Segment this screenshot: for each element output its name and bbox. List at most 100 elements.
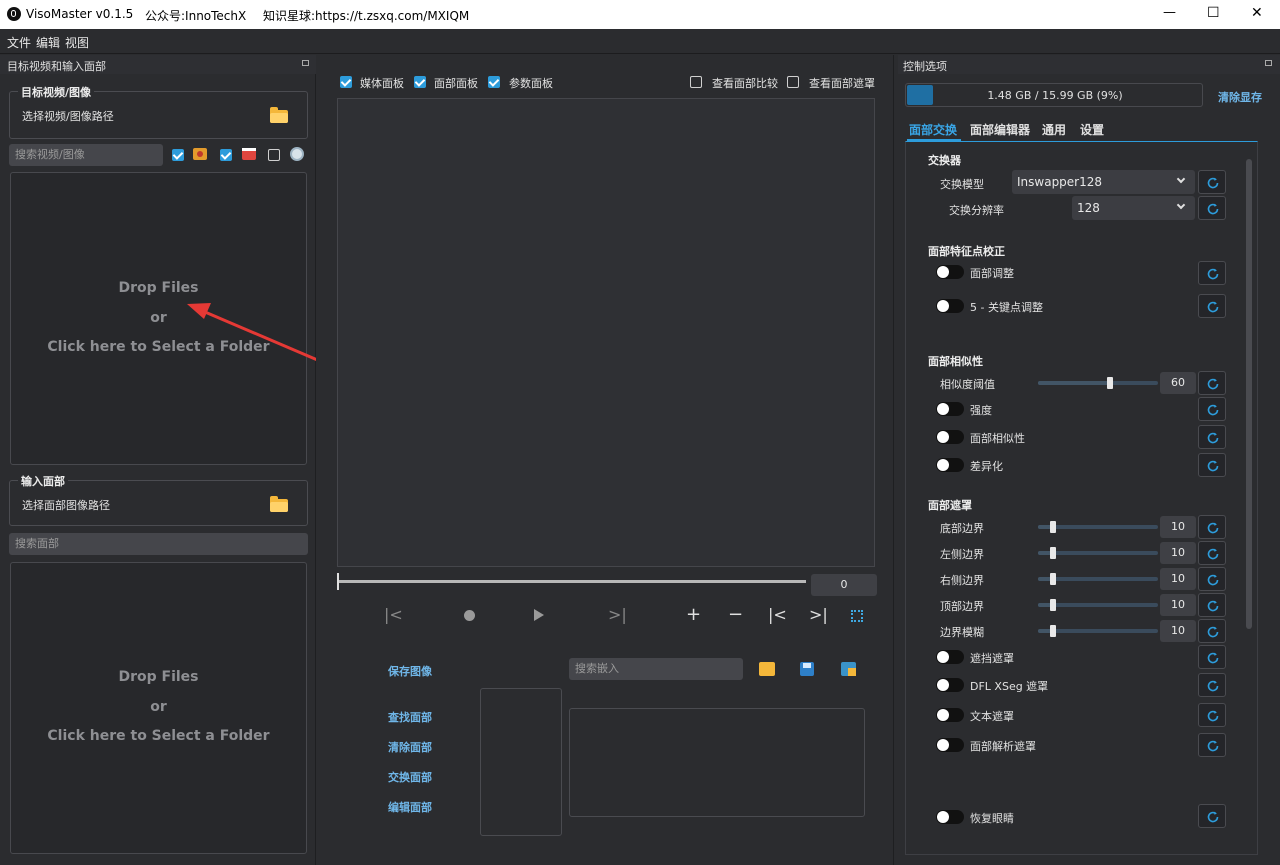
clear-faces-button[interactable]: 清除面部	[388, 739, 432, 755]
memory-usage-bar: 1.48 GB / 15.99 GB (9%)	[905, 83, 1203, 107]
media-panel-checkbox[interactable]	[340, 76, 352, 88]
add-marker-icon[interactable]: +	[686, 604, 701, 625]
swapper-resolution-select[interactable]: 128	[1072, 196, 1195, 220]
top-border-handle[interactable]	[1050, 599, 1056, 611]
record-icon[interactable]	[464, 610, 475, 621]
reset-swapper-model-button[interactable]	[1198, 170, 1226, 194]
reset-icon	[1207, 574, 1219, 586]
reset-face-similarity-button[interactable]	[1198, 425, 1226, 449]
reset-icon	[1207, 680, 1219, 692]
tab-face-swap[interactable]: 面部交换	[909, 121, 957, 138]
previous-frame-icon[interactable]: |<	[384, 605, 403, 624]
save-embedding-icon[interactable]	[800, 662, 814, 676]
strength-toggle[interactable]	[936, 402, 964, 416]
search-face-input[interactable]: 搜索面部	[9, 533, 308, 555]
reset-swapper-resolution-button[interactable]	[1198, 196, 1226, 220]
face-parser-mask-toggle[interactable]	[936, 738, 964, 752]
reset-restore-eyes-button[interactable]	[1198, 804, 1226, 828]
bottom-border-value[interactable]: 10	[1160, 516, 1196, 538]
reset-keypoint-adjust-button[interactable]	[1198, 294, 1226, 318]
timeline-slider[interactable]	[338, 580, 806, 583]
reset-icon	[1207, 203, 1219, 215]
reset-face-parser-mask-button[interactable]	[1198, 733, 1226, 757]
swapper-model-select[interactable]: Inswapper128	[1012, 170, 1195, 194]
similarity-threshold-slider[interactable]	[1038, 381, 1158, 385]
face-panel-checkbox[interactable]	[414, 76, 426, 88]
scrollbar[interactable]	[1245, 151, 1253, 841]
reset-dfl-xseg-mask-button[interactable]	[1198, 673, 1226, 697]
search-embedding-input[interactable]: 搜索嵌入	[569, 658, 743, 680]
media-panel-label: 媒体面板	[360, 77, 404, 90]
edit-faces-button[interactable]: 编辑面部	[388, 799, 432, 815]
bottom-border-slider[interactable]	[1038, 525, 1158, 529]
save-embedding-as-icon[interactable]	[841, 662, 856, 676]
undock-icon[interactable]	[1265, 60, 1272, 66]
open-face-folder-icon[interactable]	[270, 496, 288, 512]
left-border-value[interactable]: 10	[1160, 542, 1196, 564]
tab-settings[interactable]: 设置	[1080, 121, 1104, 138]
param-panel-checkbox[interactable]	[488, 76, 500, 88]
face-adjust-label: 面部调整	[970, 267, 1014, 280]
swapper-model-label: 交换模型	[940, 178, 984, 191]
reset-occlusion-mask-button[interactable]	[1198, 645, 1226, 669]
reset-border-blur-button[interactable]	[1198, 619, 1226, 643]
next-marker-icon[interactable]: >|	[809, 605, 828, 624]
maximize-button[interactable]: ☐	[1207, 5, 1220, 21]
close-button[interactable]: ✕	[1251, 5, 1263, 21]
face-drop-zone[interactable]: Drop Files or Click here to Select a Fol…	[10, 562, 307, 854]
reset-icon	[1207, 432, 1219, 444]
border-blur-slider[interactable]	[1038, 629, 1158, 633]
tab-general[interactable]: 通用	[1042, 121, 1066, 138]
left-border-slider[interactable]	[1038, 551, 1158, 555]
keypoint-adjust-toggle[interactable]	[936, 299, 964, 313]
remove-marker-icon[interactable]: −	[728, 604, 743, 625]
border-blur-handle[interactable]	[1050, 625, 1056, 637]
dfl-xseg-mask-toggle[interactable]	[936, 678, 964, 692]
reset-strength-button[interactable]	[1198, 397, 1226, 421]
differencing-toggle[interactable]	[936, 458, 964, 472]
tab-face-editor[interactable]: 面部编辑器	[970, 121, 1030, 138]
open-embedding-icon[interactable]	[759, 662, 775, 676]
find-faces-button[interactable]: 查找面部	[388, 709, 432, 725]
similarity-threshold-value[interactable]: 60	[1160, 372, 1196, 394]
input-embeddings-list	[569, 708, 865, 817]
timeline-handle[interactable]	[337, 573, 339, 590]
face-similarity-toggle[interactable]	[936, 430, 964, 444]
reset-text-mask-button[interactable]	[1198, 703, 1226, 727]
reset-similarity-threshold-button[interactable]	[1198, 371, 1226, 395]
occlusion-mask-toggle[interactable]	[936, 650, 964, 664]
reset-right-border-button[interactable]	[1198, 567, 1226, 591]
similarity-threshold-handle[interactable]	[1107, 377, 1113, 389]
play-icon[interactable]	[534, 609, 544, 621]
fullscreen-icon[interactable]	[851, 610, 863, 622]
clear-vram-button[interactable]: 清除显存	[1218, 89, 1262, 105]
compare-view-checkbox[interactable]	[690, 76, 702, 88]
frame-number-field[interactable]: 0	[811, 574, 877, 596]
right-border-value[interactable]: 10	[1160, 568, 1196, 590]
right-border-handle[interactable]	[1050, 573, 1056, 585]
border-blur-value[interactable]: 10	[1160, 620, 1196, 642]
menu-edit[interactable]: 编辑	[36, 34, 60, 51]
reset-bottom-border-button[interactable]	[1198, 515, 1226, 539]
restore-eyes-toggle[interactable]	[936, 810, 964, 824]
right-border-slider[interactable]	[1038, 577, 1158, 581]
save-image-button[interactable]: 保存图像	[388, 663, 432, 679]
top-border-value[interactable]: 10	[1160, 594, 1196, 616]
swap-faces-button[interactable]: 交换面部	[388, 769, 432, 785]
next-frame-icon[interactable]: >|	[608, 605, 627, 624]
mask-view-checkbox[interactable]	[787, 76, 799, 88]
left-border-handle[interactable]	[1050, 547, 1056, 559]
previous-marker-icon[interactable]: |<	[768, 605, 787, 624]
menu-view[interactable]: 视图	[65, 34, 89, 51]
reset-top-border-button[interactable]	[1198, 593, 1226, 617]
reset-face-adjust-button[interactable]	[1198, 261, 1226, 285]
top-border-slider[interactable]	[1038, 603, 1158, 607]
text-mask-toggle[interactable]	[936, 708, 964, 722]
reset-differencing-button[interactable]	[1198, 453, 1226, 477]
menu-file[interactable]: 文件	[7, 34, 31, 51]
bottom-border-handle[interactable]	[1050, 521, 1056, 533]
face-adjust-toggle[interactable]	[936, 265, 964, 279]
scrollbar-thumb[interactable]	[1246, 159, 1252, 629]
reset-left-border-button[interactable]	[1198, 541, 1226, 565]
minimize-button[interactable]: —	[1163, 5, 1176, 20]
